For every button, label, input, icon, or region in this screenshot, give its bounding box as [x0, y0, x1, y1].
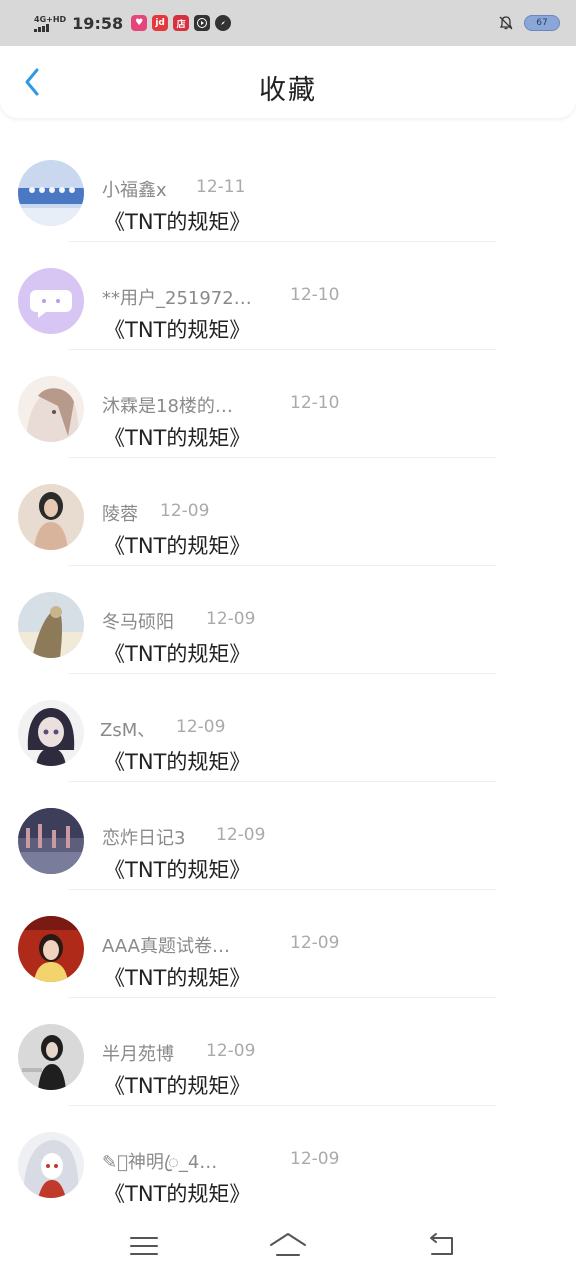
- item-date: 12-09: [160, 501, 210, 521]
- status-bar: 4G+HD 19:58 ♥ jd 店 67: [0, 0, 576, 46]
- clock: 19:58: [72, 13, 124, 33]
- avatar: [18, 808, 84, 874]
- network-label: 4G+HD: [34, 14, 67, 24]
- play-app-icon: [194, 15, 211, 31]
- back-nav-button[interactable]: [420, 1230, 460, 1262]
- item-author: 小福鑫x: [102, 180, 167, 201]
- item-subject: 《TNT的规矩》: [104, 210, 251, 234]
- home-button[interactable]: [268, 1230, 308, 1262]
- list-item[interactable]: 沐霖是18楼的… 12-10 《TNT的规矩》: [0, 350, 576, 458]
- jd-app-icon: jd: [152, 15, 169, 31]
- avatar: [18, 268, 84, 334]
- item-date: 12-09: [290, 933, 340, 953]
- item-date: 12-11: [196, 177, 246, 197]
- item-author: 沐霖是18楼的…: [102, 396, 233, 417]
- mute-bell-icon: [499, 16, 513, 30]
- item-author: 恋炸日记3: [102, 828, 186, 849]
- item-subject: 《TNT的规矩》: [104, 1182, 251, 1206]
- item-date: 12-09: [206, 609, 256, 629]
- avatar: [18, 700, 84, 766]
- item-date: 12-10: [290, 393, 340, 413]
- list-item[interactable]: 小福鑫x 12-11 《TNT的规矩》: [0, 134, 576, 242]
- item-subject: 《TNT的规矩》: [104, 750, 251, 774]
- signal-icon: [34, 23, 49, 32]
- item-subject: 《TNT的规矩》: [104, 534, 251, 558]
- item-date: 12-09: [206, 1041, 256, 1061]
- avatar: [18, 160, 84, 226]
- list-item[interactable]: 冬马硕阳 12-09 《TNT的规矩》: [0, 566, 576, 674]
- item-author: 冬马硕阳: [102, 612, 174, 633]
- list-item[interactable]: **用户_251972… 12-10 《TNT的规矩》: [0, 242, 576, 350]
- item-author: ZsM、: [100, 720, 156, 741]
- list-item[interactable]: 半月苑博 12-09 《TNT的规矩》: [0, 998, 576, 1106]
- top-bar: 收藏: [0, 46, 576, 118]
- avatar: [18, 592, 84, 658]
- item-author: **用户_251972…: [102, 288, 252, 309]
- battery-icon: 67: [524, 15, 560, 31]
- avatar: [18, 484, 84, 550]
- list-item[interactable]: ZsM、 12-09 《TNT的规矩》: [0, 674, 576, 782]
- menu-button[interactable]: [124, 1230, 164, 1262]
- item-author: 半月苑博: [102, 1044, 174, 1065]
- item-subject: 《TNT的规矩》: [104, 858, 251, 882]
- avatar: [18, 916, 84, 982]
- page-title: 收藏: [259, 75, 317, 106]
- item-date: 12-09: [216, 825, 266, 845]
- avatar: [18, 376, 84, 442]
- notification-app-icon: ♥: [131, 15, 148, 31]
- compass-app-icon: [215, 15, 232, 31]
- item-date: 12-09: [176, 717, 226, 737]
- system-nav-bar: [0, 1214, 576, 1280]
- menu-icon: [130, 1237, 158, 1255]
- home-icon: [270, 1233, 306, 1256]
- item-subject: 《TNT的规矩》: [104, 318, 251, 342]
- item-subject: 《TNT的规矩》: [104, 966, 251, 990]
- shop-app-icon: 店: [173, 15, 190, 31]
- avatar: [18, 1132, 84, 1198]
- return-icon: [430, 1233, 453, 1255]
- list-item[interactable]: 恋炸日记3 12-09 《TNT的规矩》: [0, 782, 576, 890]
- item-date: 12-10: [290, 285, 340, 305]
- battery-level: 67: [536, 18, 548, 28]
- item-date: 12-09: [290, 1149, 340, 1169]
- item-subject: 《TNT的规矩》: [104, 1074, 251, 1098]
- avatar: [18, 1024, 84, 1090]
- list-item[interactable]: 陵蓉 12-09 《TNT的规矩》: [0, 458, 576, 566]
- item-author: 陵蓉: [102, 504, 138, 525]
- list-item[interactable]: ✎᭄神明ꦿ_4… 12-09 《TNT的规矩》: [0, 1106, 576, 1214]
- item-author: AAA真题试卷…: [102, 936, 230, 957]
- network-indicator: 4G+HD: [34, 15, 66, 32]
- item-subject: 《TNT的规矩》: [104, 642, 251, 666]
- favorites-list[interactable]: 小福鑫x 12-11 《TNT的规矩》 **用户_251972… 12-10 《…: [0, 118, 576, 1214]
- item-subject: 《TNT的规矩》: [104, 426, 251, 450]
- list-item[interactable]: AAA真题试卷… 12-09 《TNT的规矩》: [0, 890, 576, 998]
